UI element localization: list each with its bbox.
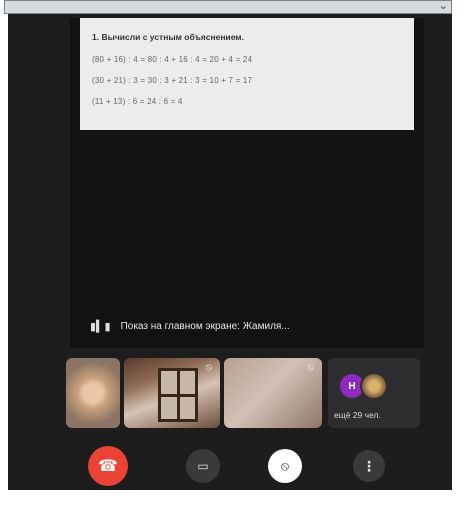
more-options-button[interactable]: ⋮: [353, 450, 385, 482]
more-vert-icon: ⋮: [362, 457, 376, 474]
avatar: [360, 372, 388, 400]
mic-off-icon: ⦸: [307, 362, 314, 373]
camera-icon: ▭: [197, 459, 209, 473]
participant-avatars: Н: [338, 372, 398, 400]
math-line: (11 + 13) : 6 = 24 : 6 = 4: [92, 97, 183, 106]
browser-top-bar: ⌄: [4, 0, 452, 14]
shared-screen-content: 1. Вычисли с устным объяснением. (80 + 1…: [80, 18, 414, 130]
math-line: (80 + 16) : 4 = 80 : 4 + 16 : 4 = 20 + 4…: [92, 55, 253, 64]
mic-toggle-button[interactable]: ⦸: [268, 449, 302, 483]
call-controls: ☎ ▭ ⦸ ⋮: [8, 446, 452, 486]
presenter-text: Показ на главном экране: Жамиля...: [120, 320, 290, 332]
math-line: (30 + 21) : 3 = 30 : 3 + 21 : 3 = 10 + 7…: [92, 76, 253, 85]
participant-tile[interactable]: ⦸: [224, 358, 322, 428]
camera-toggle-button[interactable]: ▭: [186, 449, 220, 483]
presenter-label: ▮▍▮ Показ на главном экране: Жамиля...: [90, 318, 410, 334]
end-call-icon: ☎: [98, 458, 118, 475]
sound-wave-icon: ▮▍▮: [90, 320, 111, 333]
more-participants-label: ещё 29 чел.: [334, 410, 381, 420]
mic-off-icon: ⦸: [205, 362, 212, 373]
more-participants-tile[interactable]: Н ещё 29 чел.: [328, 358, 420, 428]
main-stage[interactable]: 1. Вычисли с устным объяснением. (80 + 1…: [70, 18, 424, 348]
participant-tile[interactable]: ⦸: [124, 358, 220, 428]
chevron-down-icon[interactable]: ⌄: [439, 0, 448, 12]
participant-tiles: ⦸ ⦸ Н ещё 29 чел.: [66, 358, 424, 430]
participant-tile-self[interactable]: [66, 358, 120, 428]
video-call-screen: 1. Вычисли с устным объяснением. (80 + 1…: [8, 14, 452, 490]
mic-off-icon: ⦸: [280, 458, 290, 473]
task-title: 1. Вычисли с устным объяснением.: [92, 32, 244, 42]
end-call-button[interactable]: ☎: [88, 446, 128, 486]
